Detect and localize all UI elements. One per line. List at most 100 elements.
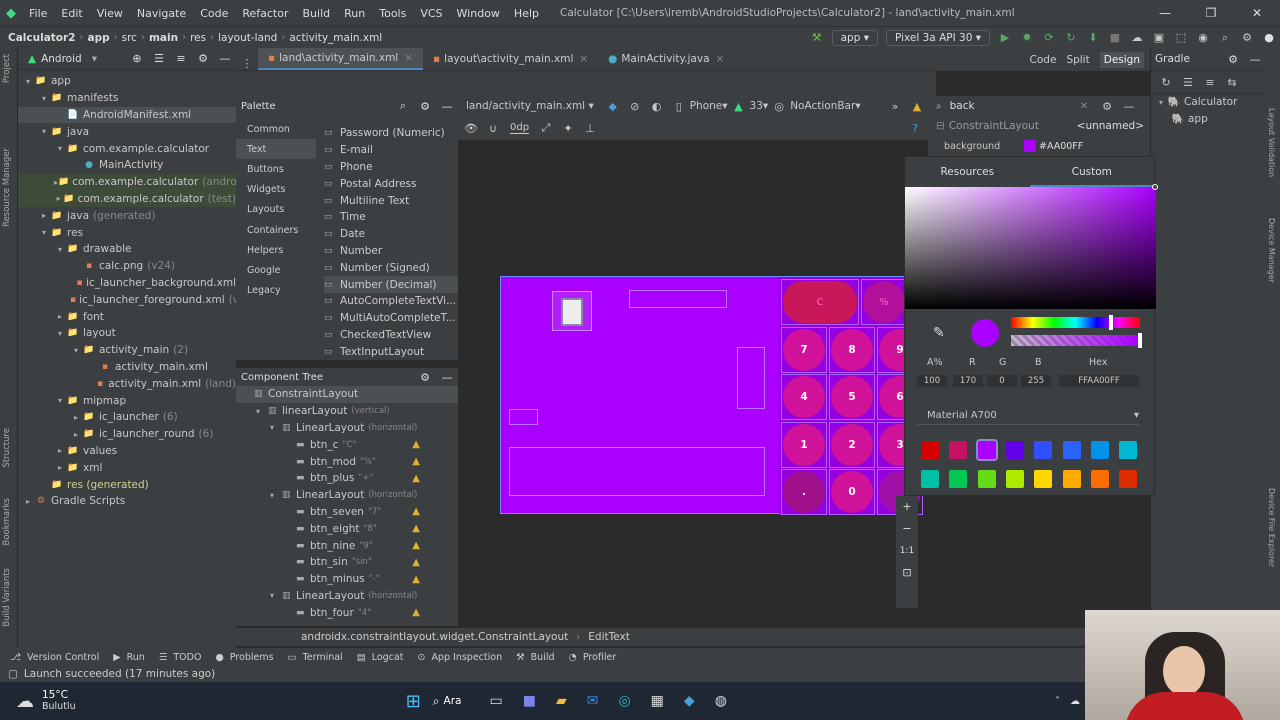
api-icon[interactable]: ▲ [732,100,746,113]
gradle-sync-icon[interactable]: ◉ [1196,31,1210,44]
component-id[interactable]: <unnamed> [1077,120,1144,132]
edge-icon[interactable]: ◎ [618,693,630,709]
color-swatch[interactable] [1034,441,1053,459]
project-tree-item[interactable]: ▪ic_launcher_foreground.xml(v2 [18,291,236,308]
status-path[interactable]: androidx.constraintlayout.widget.Constra… [301,631,568,643]
calc-key[interactable]: 5 [831,376,873,418]
options-icon[interactable]: ⚙ [196,52,210,65]
palette-item[interactable]: ▭ Password (Numeric) [324,125,458,142]
expand-arrow-icon[interactable]: ▸ [70,413,82,422]
channel-input[interactable]: 170 [953,375,983,387]
expand-arrow-icon[interactable]: ▸ [54,463,66,472]
more-icon[interactable]: » [888,100,902,113]
bottom-tool-version-control[interactable]: ⎇ Version Control [10,652,99,663]
attr-search-input[interactable]: back [950,100,1080,112]
expand-arrow-icon[interactable]: ▾ [270,423,282,432]
breadcrumb-app[interactable]: app [84,32,114,44]
status-leaf[interactable]: EditText [588,631,630,643]
project-tree-item[interactable]: ▾ 📁 activity_main (2) [18,342,236,359]
tab-resources[interactable]: Resources [905,157,1030,187]
help-icon[interactable]: ? [908,122,922,135]
attr-color-swatch[interactable] [1024,140,1036,152]
bottom-tool-terminal[interactable]: ▭ Terminal [288,652,343,663]
locate-icon[interactable]: ⊕ [130,52,144,65]
color-swatch[interactable] [1119,441,1138,459]
color-swatch[interactable] [921,441,939,459]
component-tree-item[interactable]: ▾ ▥ LinearLayout (horizontal) [236,588,458,605]
expand-arrow-icon[interactable]: ▸ [22,497,34,506]
theme-icon[interactable]: ◎ [772,100,786,113]
menu-help[interactable]: Help [507,7,546,20]
guidelines-icon[interactable]: ⊥ [583,122,597,135]
attr-value[interactable]: #AA00FF [1039,141,1083,152]
project-tree-item[interactable]: ▾ 📁 manifests [18,90,236,107]
weather-icon[interactable]: ☁ [16,691,34,712]
menu-window[interactable]: Window [450,7,507,20]
project-tree-item[interactable]: ▸ 📁 java (generated) [18,207,236,224]
gradle-reload-icon[interactable]: ↻ [1159,76,1173,89]
warning-icon[interactable]: ▲ [412,557,420,568]
gradle-tasks-icon[interactable]: ☰ [1181,76,1195,89]
maximize-button[interactable]: ❐ [1188,6,1234,20]
calc-key[interactable]: 8 [831,328,873,371]
project-tree-item[interactable]: ▸ ⚙ Gradle Scripts [18,493,236,510]
device-select[interactable]: Phone [690,100,723,112]
project-view-select[interactable]: Android [41,53,82,65]
calc-key[interactable]: 0 [831,471,873,513]
color-swatch[interactable] [1005,470,1024,488]
palette-item[interactable]: ▭ Number (Signed) [324,259,458,276]
zoom-in-button[interactable]: + [896,496,918,518]
bookmarks-label[interactable]: Bookmarks [2,498,12,546]
component-tree-item[interactable]: ▾ ▥ LinearLayout (horizontal) [236,487,458,504]
breadcrumb-res[interactable]: res [186,32,210,44]
channel-input[interactable]: 255 [1021,375,1051,387]
expand-arrow-icon[interactable]: ▸ [54,446,66,455]
small-textview[interactable] [509,409,538,425]
view-options-icon[interactable]: 👁 [464,122,478,135]
attr-hide-icon[interactable]: — [1122,100,1136,113]
debug-icon[interactable]: ✹ [1020,31,1034,44]
component-tree-item[interactable]: ▾ ▥ LinearLayout (horizontal) [236,420,458,437]
palette-hide-icon[interactable]: — [440,100,454,113]
menu-view[interactable]: View [90,7,130,20]
warning-icon[interactable]: ▲ [412,506,420,517]
menu-file[interactable]: File [22,7,54,20]
gradle-root[interactable]: Calculator [1184,96,1237,108]
hue-handle[interactable] [1109,315,1113,330]
component-tree-item[interactable]: ▾ ▥ linearLayout (vertical) [236,403,458,420]
tab-custom[interactable]: Custom [1029,157,1154,187]
clear-constraints-icon[interactable]: ⤢ [539,121,553,135]
task-view-icon[interactable]: ▭ [489,693,502,709]
expand-arrow-icon[interactable]: ▸ [38,211,50,220]
menu-refactor[interactable]: Refactor [235,7,295,20]
color-handle[interactable] [1152,184,1158,190]
project-tree-item[interactable]: ▪ activity_main.xml (land) [18,375,236,392]
night-mode-icon[interactable]: ◐ [650,100,664,113]
warning-icon[interactable]: ▲ [910,100,924,113]
project-tree-item[interactable]: ▾ 📁 res [18,224,236,241]
bottom-tool-app-inspection[interactable]: ⊙ App Inspection [417,652,502,663]
component-tree-item[interactable]: ▬ btn_mod "%" ▲ [236,453,458,470]
settings-icon[interactable]: ⚙ [1240,31,1254,44]
breadcrumb-project[interactable]: Calculator2 [4,32,80,44]
warning-icon[interactable]: ▲ [412,523,420,534]
bottom-tool-profiler[interactable]: ◔ Profiler [569,652,617,663]
default-margin[interactable]: 0dp [510,122,530,134]
expand-arrow-icon[interactable]: ▾ [22,77,34,86]
expand-arrow-icon[interactable]: ▾ [256,407,268,416]
palette-select[interactable]: Material A700 ▾ [917,407,1139,425]
run-icon[interactable]: ▶ [998,31,1012,44]
menu-edit[interactable]: Edit [54,7,89,20]
device-file-explorer-label[interactable]: Device File Explorer [1267,488,1276,567]
input-edittext[interactable] [509,447,765,496]
calc-key[interactable]: C [783,281,857,323]
api-level-select[interactable]: 33 [750,100,763,112]
palette-item[interactable]: ▭ CheckedTextView [324,327,458,344]
palette-item[interactable]: ▭ Number (Decimal) [324,276,458,293]
color-swatch[interactable] [1119,470,1138,488]
stop-icon[interactable]: ■ [1108,31,1122,44]
project-tree-item[interactable]: ▾ 📁 drawable [18,241,236,258]
project-tree-item[interactable]: ▸ 📁 values [18,443,236,460]
component-tree-item[interactable]: ▬ btn_four "4" ▲ [236,604,458,621]
warning-icon[interactable]: ▲ [412,473,420,484]
